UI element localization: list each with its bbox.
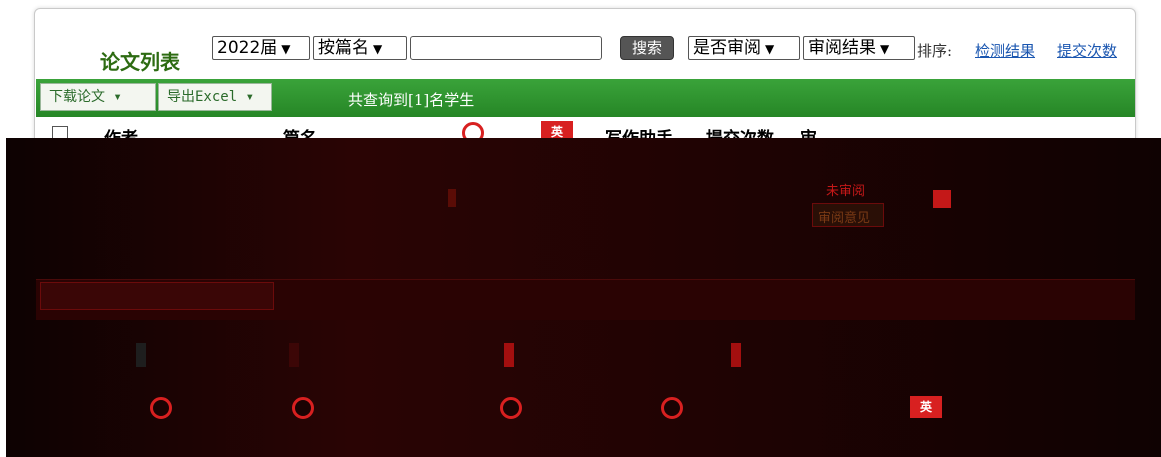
- year-select-value: 2022届: [217, 38, 278, 58]
- ai-legend-icon: [292, 397, 314, 419]
- legend-bar: [136, 343, 146, 367]
- review-result-value: 审阅结果: [808, 38, 876, 58]
- chevron-down-icon: ▼: [765, 42, 775, 56]
- chevron-down-icon: ▼: [373, 42, 383, 56]
- sort-by-submissions-link[interactable]: 提交次数: [1057, 40, 1117, 61]
- legend-bar: [504, 343, 514, 367]
- plagiarism-legend-icon: [150, 397, 172, 419]
- check-legend-icon: [500, 397, 522, 419]
- review-opinion-label: 审阅意见: [818, 211, 871, 226]
- table-header: [36, 117, 1135, 139]
- export-excel-button[interactable]: 导出Excel ▾: [158, 83, 272, 111]
- review-result-select[interactable]: 审阅结果 ▼: [803, 36, 915, 60]
- field-select-value: 按篇名: [318, 38, 369, 58]
- chevron-down-icon: ▼: [880, 42, 890, 56]
- review-status-select[interactable]: 是否审阅 ▼: [688, 36, 800, 60]
- paper-list-page: 论文列表 2022届 ▼ 按篇名 ▼ 搜索 是否审阅 ▼ 审阅结果 ▼ 排序: 检测结果…: [0, 0, 1161, 457]
- review-status-value: 是否审阅: [693, 38, 761, 58]
- result-count: 共查询到[1]名学生: [348, 91, 475, 109]
- sort-label: 排序:: [917, 42, 953, 60]
- grammar-legend-icon: [661, 397, 683, 419]
- year-select[interactable]: 2022届 ▼: [212, 36, 310, 60]
- footer-action-box: [40, 282, 274, 310]
- search-button[interactable]: 搜索: [620, 36, 674, 60]
- review-opinion-button[interactable]: 审阅意见: [812, 203, 884, 227]
- sort-by-detection-link[interactable]: 检测结果: [975, 40, 1035, 61]
- chevron-down-icon: ▼: [281, 42, 291, 56]
- page-title: 论文列表: [100, 50, 180, 74]
- download-papers-button[interactable]: 下载论文 ▾: [40, 83, 156, 111]
- field-select[interactable]: 按篇名 ▼: [313, 36, 407, 60]
- english-legend-icon: 英: [910, 396, 942, 418]
- download-icon[interactable]: [933, 190, 951, 208]
- row-marker: [448, 189, 456, 207]
- search-input[interactable]: [410, 36, 602, 60]
- legend-bar: [731, 343, 741, 367]
- review-status-text: 未审阅: [826, 184, 866, 199]
- legend-bar: [289, 343, 299, 367]
